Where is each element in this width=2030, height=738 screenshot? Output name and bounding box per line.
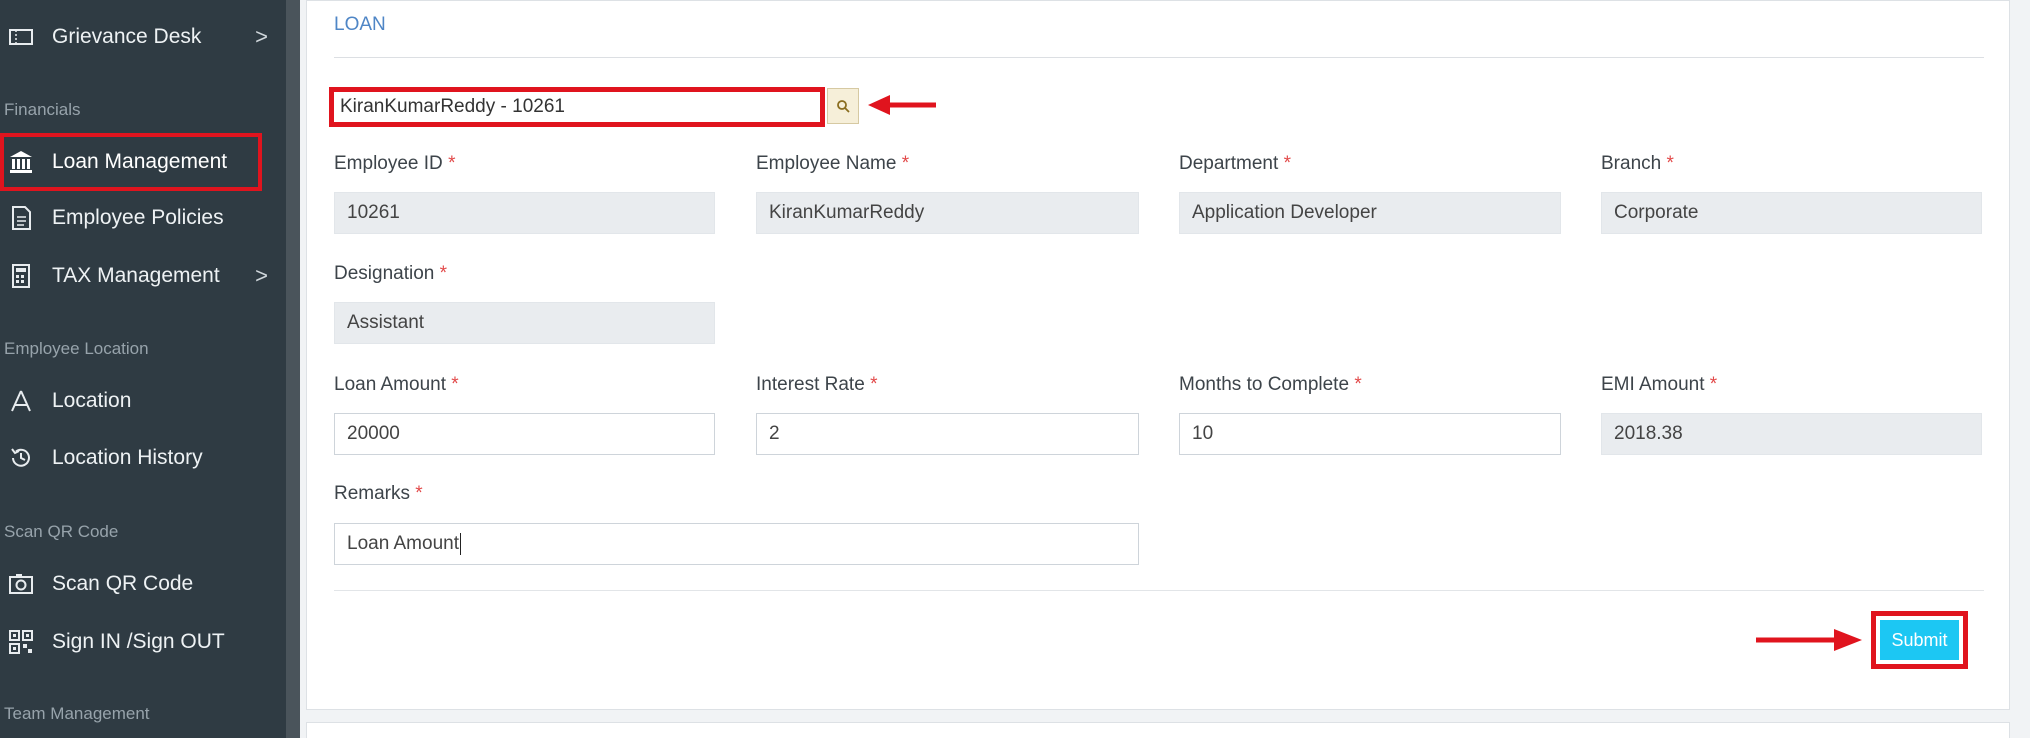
interest-rate-label: Interest Rate * (756, 374, 878, 395)
sidebar-item-loan-management[interactable]: Loan Management (0, 133, 262, 191)
employee-search-input[interactable]: KiranKumarReddy - 10261 (329, 87, 825, 127)
sidebar-item-label: Sign IN /Sign OUT (52, 630, 225, 653)
sidebar-item-employee-policies[interactable]: Employee Policies (0, 193, 286, 243)
sidebar-item-label: TAX Management (52, 264, 220, 287)
branch-label: Branch * (1601, 153, 1674, 174)
submit-highlight: Submit (1871, 611, 1968, 669)
months-to-complete-input[interactable]: 10 (1179, 413, 1561, 455)
search-button[interactable] (827, 88, 859, 124)
department-field[interactable]: Application Developer (1179, 192, 1561, 234)
department-label: Department * (1179, 153, 1291, 174)
annotation-arrow-right-icon (1756, 629, 1862, 651)
calculator-icon (6, 261, 36, 291)
section-label-scan-qr-code: Scan QR Code (4, 522, 119, 541)
document-icon (6, 203, 36, 233)
qr-code-icon (6, 627, 36, 657)
section-label-employee-location: Employee Location (4, 339, 149, 358)
employee-id-label: Employee ID * (334, 153, 456, 174)
sidebar-item-sign-in-out[interactable]: Sign IN /Sign OUT (0, 617, 286, 667)
sidebar-scrollbar[interactable] (286, 0, 300, 738)
sidebar-item-label: Loan Management (52, 150, 228, 173)
annotation-arrow-left-icon (868, 95, 936, 115)
loan-amount-input[interactable]: 20000 (334, 413, 715, 455)
remarks-text: Loan Amount (347, 533, 459, 554)
sidebar-item-location-history[interactable]: Location History (0, 433, 286, 483)
remarks-input[interactable]: Loan Amount (334, 523, 1139, 565)
branch-field[interactable]: Corporate (1601, 192, 1982, 234)
sidebar-item-label: Location (52, 389, 132, 412)
location-icon (6, 386, 36, 416)
sidebar-item-label: Location History (52, 446, 203, 469)
text-cursor (459, 533, 461, 555)
sidebar-item-tax-management[interactable]: TAX Management > (0, 251, 286, 301)
secondary-card (306, 722, 2010, 738)
sidebar-item-location[interactable]: Location (0, 376, 286, 426)
history-icon (6, 443, 36, 473)
interest-rate-input[interactable]: 2 (756, 413, 1139, 455)
camera-icon (6, 569, 36, 599)
chevron-right-icon: > (255, 263, 268, 288)
sidebar-item-grievance-desk[interactable]: Grievance Desk > (0, 12, 286, 62)
sidebar-item-label: Grievance Desk (52, 25, 202, 48)
sidebar-item-label: Employee Policies (52, 206, 224, 229)
loan-amount-label: Loan Amount * (334, 374, 459, 395)
page-title: LOAN (334, 14, 386, 35)
remarks-label: Remarks * (334, 483, 423, 504)
search-icon (837, 100, 850, 113)
employee-name-label: Employee Name * (756, 153, 910, 174)
designation-field[interactable]: Assistant (334, 302, 715, 344)
form-divider (334, 590, 1984, 591)
months-to-complete-label: Months to Complete * (1179, 374, 1362, 395)
sidebar-item-label: Scan QR Code (52, 572, 194, 595)
sidebar-item-scan-qr-code[interactable]: Scan QR Code (0, 559, 286, 609)
submit-button[interactable]: Submit (1880, 620, 1959, 660)
emi-amount-field[interactable]: 2018.38 (1601, 413, 1982, 455)
employee-name-field[interactable]: KiranKumarReddy (756, 192, 1139, 234)
section-label-team-management: Team Management (4, 704, 150, 723)
chevron-right-icon: > (255, 24, 268, 49)
bank-icon (6, 147, 36, 177)
title-divider (334, 57, 1984, 58)
emi-amount-label: EMI Amount * (1601, 374, 1718, 395)
ticket-icon (6, 22, 36, 52)
section-label-financials: Financials (4, 100, 81, 119)
employee-id-field[interactable]: 10261 (334, 192, 715, 234)
sidebar: Grievance Desk > Financials Loan Managem… (0, 0, 286, 738)
designation-label: Designation * (334, 263, 448, 284)
